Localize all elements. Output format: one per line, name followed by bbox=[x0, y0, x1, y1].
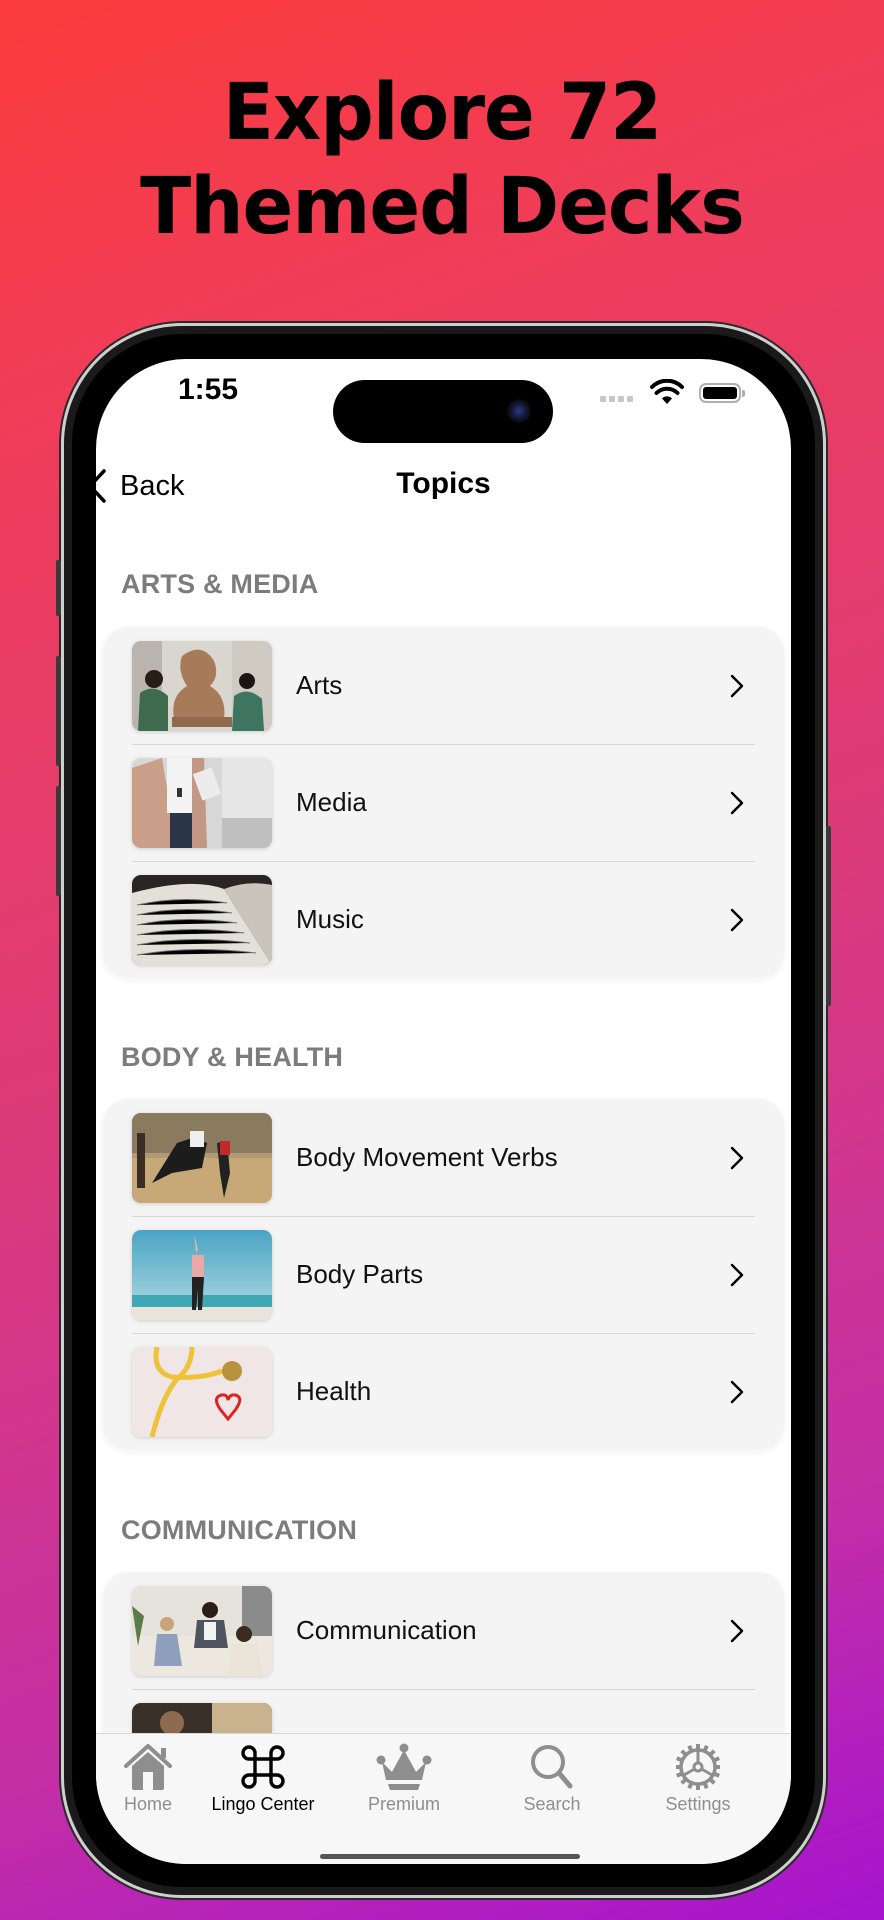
chevron-right-icon bbox=[730, 1619, 744, 1642]
magnifier-icon bbox=[531, 1745, 573, 1789]
dance-class-photo-thumbnail bbox=[132, 1113, 272, 1203]
tab-label: Search bbox=[523, 1794, 581, 1814]
section-card-arts-media: Arts Media Music bbox=[103, 627, 784, 978]
volume-down-button bbox=[56, 786, 61, 896]
tab-lingo-center[interactable]: Lingo Center bbox=[188, 1742, 338, 1815]
sheet-music-photo-thumbnail bbox=[132, 875, 272, 965]
command-icon bbox=[241, 1745, 285, 1789]
volume-up-button bbox=[56, 656, 61, 766]
wifi-icon bbox=[650, 379, 684, 404]
topic-row-body-parts[interactable]: Body Parts bbox=[103, 1216, 784, 1333]
chevron-right-icon bbox=[730, 1146, 744, 1169]
topic-row-arts[interactable]: Arts bbox=[103, 627, 784, 744]
chevron-right-icon bbox=[730, 1380, 744, 1403]
home-indicator[interactable] bbox=[320, 1854, 580, 1859]
tab-settings[interactable]: Settings bbox=[623, 1742, 773, 1815]
tab-label: Lingo Center bbox=[211, 1794, 315, 1814]
status-time: 1:55 bbox=[178, 373, 239, 406]
sculpture-photo-thumbnail bbox=[132, 641, 272, 731]
section-header-body-health: BODY & HEALTH bbox=[121, 1042, 344, 1072]
tab-bar: Home Lingo Center Premium Search Setting… bbox=[96, 1733, 791, 1864]
tab-label: Settings bbox=[665, 1794, 731, 1814]
page-title: Topics bbox=[396, 467, 491, 500]
topics-screen: 1:55 Back Topics ARTS & MEDIA Arts Media… bbox=[96, 359, 791, 1864]
house-icon bbox=[124, 1744, 172, 1790]
topic-label: Music bbox=[296, 904, 364, 934]
front-camera bbox=[507, 399, 531, 423]
power-button bbox=[826, 826, 831, 1006]
topic-row-music[interactable]: Music bbox=[103, 861, 784, 978]
topic-label: Body Parts bbox=[296, 1259, 424, 1289]
gear-icon bbox=[675, 1744, 721, 1790]
promo-headline-line2: Themed Decks bbox=[140, 162, 745, 252]
phone-frame: 1:55 Back Topics ARTS & MEDIA Arts Media… bbox=[56, 326, 831, 1895]
topic-label: Health bbox=[296, 1376, 372, 1406]
promo-headline-line1: Explore 72 bbox=[222, 68, 663, 158]
phone-screen: 1:55 Back Topics ARTS & MEDIA Arts Media… bbox=[96, 359, 791, 1864]
tab-label: Premium bbox=[367, 1794, 440, 1814]
beach-stretch-photo-thumbnail bbox=[132, 1230, 272, 1320]
topic-row-health[interactable]: Health bbox=[103, 1333, 784, 1450]
stethoscope-photo-thumbnail bbox=[132, 1347, 272, 1437]
topic-row-body-movement-verbs[interactable]: Body Movement Verbs bbox=[103, 1099, 784, 1216]
promo-headline: Explore 72 Themed Decks bbox=[0, 66, 884, 254]
topic-label: Communication bbox=[296, 1615, 477, 1645]
friends-talking-photo-thumbnail bbox=[132, 1586, 272, 1676]
tab-search[interactable]: Search bbox=[477, 1742, 627, 1815]
tab-premium[interactable]: Premium bbox=[329, 1742, 479, 1815]
topic-label: Body Movement Verbs bbox=[296, 1142, 558, 1172]
battery-icon bbox=[699, 383, 745, 403]
chevron-right-icon bbox=[730, 1263, 744, 1286]
action-button bbox=[56, 560, 61, 616]
topic-label: Media bbox=[296, 787, 367, 817]
chevron-right-icon bbox=[730, 674, 744, 697]
section-card-body-health: Body Movement Verbs Body Parts Health bbox=[103, 1099, 784, 1450]
topic-row-communication[interactable]: Communication bbox=[103, 1572, 784, 1689]
crown-icon bbox=[376, 1743, 432, 1790]
newspaper-photo-thumbnail bbox=[132, 758, 272, 848]
section-header-communication: COMMUNICATION bbox=[121, 1515, 358, 1545]
chevron-right-icon bbox=[730, 908, 744, 931]
chevron-right-icon bbox=[730, 791, 744, 814]
section-header-arts-media: ARTS & MEDIA bbox=[121, 569, 319, 599]
cellular-signal-icon bbox=[600, 396, 633, 402]
topic-label: Arts bbox=[296, 670, 343, 700]
dynamic-island bbox=[333, 380, 553, 443]
topic-row-media[interactable]: Media bbox=[103, 744, 784, 861]
